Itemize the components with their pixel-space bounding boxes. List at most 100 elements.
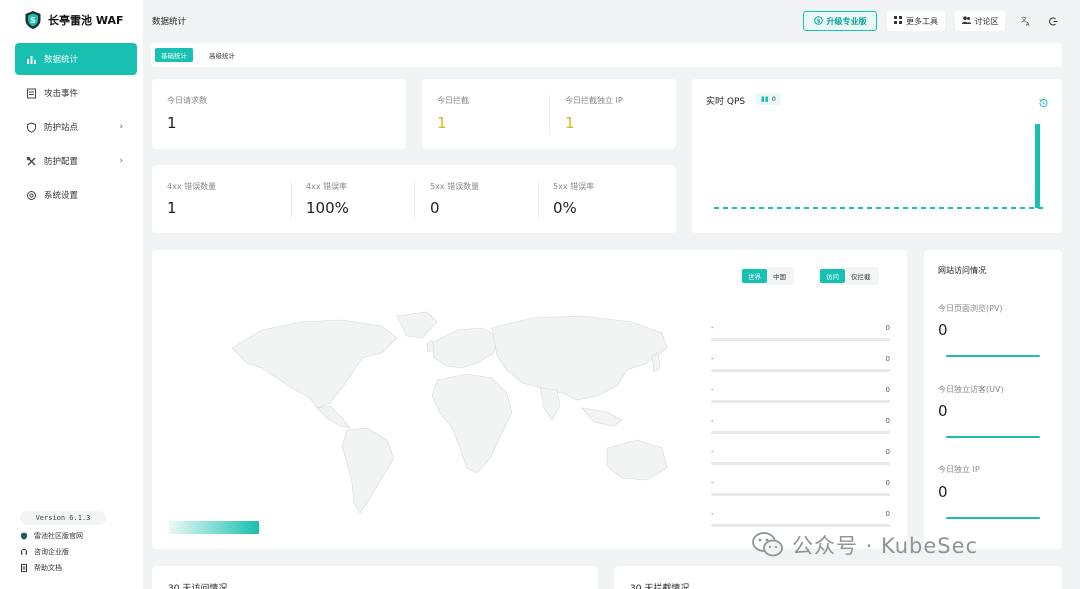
uv-label: 今日独立访客(UV) [938, 385, 1004, 394]
world-map-card: 世界 中国 访问 仅拦截 - 0 - 0 - 0 - 0 - 0 - 0 - 0 [152, 250, 907, 549]
geo-row: - 0 [711, 383, 890, 413]
logout-icon[interactable] [1043, 11, 1063, 31]
uv-value: 0 [938, 402, 948, 420]
qps-data-point [1034, 124, 1040, 208]
sidebar-item-label: 攻击事件 [44, 89, 79, 99]
block-30d-title: 30 天拦截情况 [630, 584, 690, 589]
geo-row: - 0 [711, 476, 890, 506]
safeline-logo-icon: S [25, 11, 41, 29]
access-30d-card: 30 天访问情况 [152, 566, 598, 589]
sidebar-item-attacks[interactable]: 攻击事件 [15, 77, 137, 109]
discussion-button[interactable]: 讨论区 [955, 11, 1005, 31]
qps-badge-value: 0 [771, 95, 776, 103]
geo-value: 0 [885, 324, 890, 332]
block-30d-card: 30 天拦截情况 [614, 566, 1062, 589]
divider [291, 181, 292, 219]
sidebar-item-settings[interactable]: 系统设置 [15, 179, 137, 211]
pv-label: 今日页面浏览(PV) [938, 304, 1003, 313]
stat-label: 今日拦截独立 IP [565, 96, 623, 105]
language-icon[interactable]: 文A [1016, 11, 1036, 31]
geo-label: - [711, 448, 714, 456]
map-legend-gradient [169, 521, 259, 534]
today-blocks-card: 今日拦截 1 今日拦截独立 IP 1 [422, 79, 676, 149]
chevron-right-icon: › [119, 156, 123, 166]
geo-value: 0 [885, 417, 890, 425]
pv-value: 0 [938, 321, 948, 339]
geo-label: - [711, 510, 714, 518]
stats-tabs: 基础统计 高级统计 [151, 43, 1062, 67]
qps-card: 实时 QPS ▮▮ 0 [692, 79, 1062, 233]
pv-sparkline [946, 355, 1040, 357]
tab-blocked-only[interactable]: 仅拦截 [845, 269, 877, 283]
ip-value: 0 [938, 483, 948, 501]
sidebar-item-sites[interactable]: 防护站点 › [15, 111, 137, 143]
sidebar-item-label: 系统设置 [44, 191, 79, 201]
world-map [231, 311, 668, 514]
stat-value: 0 [430, 199, 440, 217]
geo-value: 0 [885, 479, 890, 487]
sidebar-item-label: 防护配置 [44, 157, 79, 167]
geo-value: 0 [885, 386, 890, 394]
tab-world[interactable]: 世界 [742, 269, 767, 283]
tab-china[interactable]: 中国 [767, 269, 792, 283]
stat-value: 0% [553, 199, 577, 217]
gear-icon [25, 189, 37, 201]
tab-access[interactable]: 访问 [820, 269, 845, 283]
link-label: 咨询企业版 [34, 548, 69, 556]
site-access-title: 网站访问情况 [938, 266, 986, 275]
ip-label: 今日独立 IP [938, 465, 980, 474]
headset-icon [20, 548, 28, 556]
shield-small-icon [20, 532, 28, 540]
divider [414, 181, 415, 219]
sidebar-item-stats[interactable]: 数据统计 [15, 43, 137, 75]
bar-mini-icon: ▮▮ [761, 95, 769, 103]
stat-label: 4xx 错误率 [306, 182, 348, 191]
enterprise-consult-link[interactable]: 咨询企业版 [20, 547, 69, 557]
qps-badge: ▮▮ 0 [756, 93, 781, 105]
stat-label: 4xx 错误数量 [167, 182, 217, 191]
divider [549, 95, 550, 135]
sidebar-item-label: 防护站点 [44, 123, 79, 133]
map-scope-tabs: 世界 中国 [740, 267, 794, 285]
geo-row: - 0 [711, 321, 890, 351]
link-label: 帮助文档 [34, 564, 62, 572]
more-tools-label: 更多工具 [906, 16, 938, 26]
help-docs-link[interactable]: 帮助文档 [20, 563, 62, 573]
geo-label: - [711, 386, 714, 394]
sidebar: S 长亭雷池 WAF 数据统计 攻击事件 防护站点 › 防护配置 › 系统设置 … [0, 0, 143, 589]
version-badge: Version 6.1.3 [20, 511, 106, 525]
stat-value: 1 [167, 199, 177, 217]
sidebar-item-config[interactable]: 防护配置 › [15, 145, 137, 177]
ip-sparkline [946, 517, 1040, 519]
error-stats-card: 4xx 错误数量 1 4xx 错误率 100% 5xx 错误数量 0 5xx 错… [152, 165, 676, 233]
sidebar-nav: 数据统计 攻击事件 防护站点 › 防护配置 › 系统设置 [15, 43, 137, 213]
sidebar-item-label: 数据统计 [44, 55, 79, 65]
watermark: 公众号 · KubeSec [752, 530, 978, 560]
svg-text:A: A [1026, 22, 1030, 26]
site-access-card: 网站访问情况 今日页面浏览(PV) 0 今日独立访客(UV) 0 今日独立 IP… [924, 250, 1062, 549]
divider [538, 181, 539, 219]
app-title: 长亭雷池 WAF [48, 14, 124, 27]
today-requests-card: 今日请求数 1 [152, 79, 406, 149]
svg-text:S: S [30, 16, 36, 25]
app-logo[interactable]: S 长亭雷池 WAF [24, 10, 124, 30]
tab-basic-stats[interactable]: 基础统计 [155, 48, 193, 62]
history-icon[interactable] [1038, 93, 1048, 112]
qps-title: 实时 QPS [706, 97, 746, 107]
community-site-link[interactable]: 雷池社区版官网 [20, 531, 83, 541]
more-tools-button[interactable]: 更多工具 [887, 11, 945, 31]
svg-text:$: $ [816, 18, 820, 24]
geo-bar [711, 369, 890, 372]
stat-value: 1 [167, 114, 177, 132]
doc-small-icon [20, 564, 28, 572]
stat-label: 今日拦截 [437, 96, 469, 105]
upgrade-button[interactable]: $ 升级专业版 [803, 11, 877, 31]
upgrade-icon: $ [813, 15, 823, 27]
geo-bar [711, 431, 890, 434]
tab-advanced-stats[interactable]: 高级统计 [203, 48, 241, 62]
chevron-right-icon: › [119, 122, 123, 132]
stat-label: 今日请求数 [167, 96, 207, 105]
page-title: 数据统计 [152, 17, 187, 27]
shield-icon [25, 121, 37, 133]
discussion-label: 讨论区 [974, 16, 999, 26]
